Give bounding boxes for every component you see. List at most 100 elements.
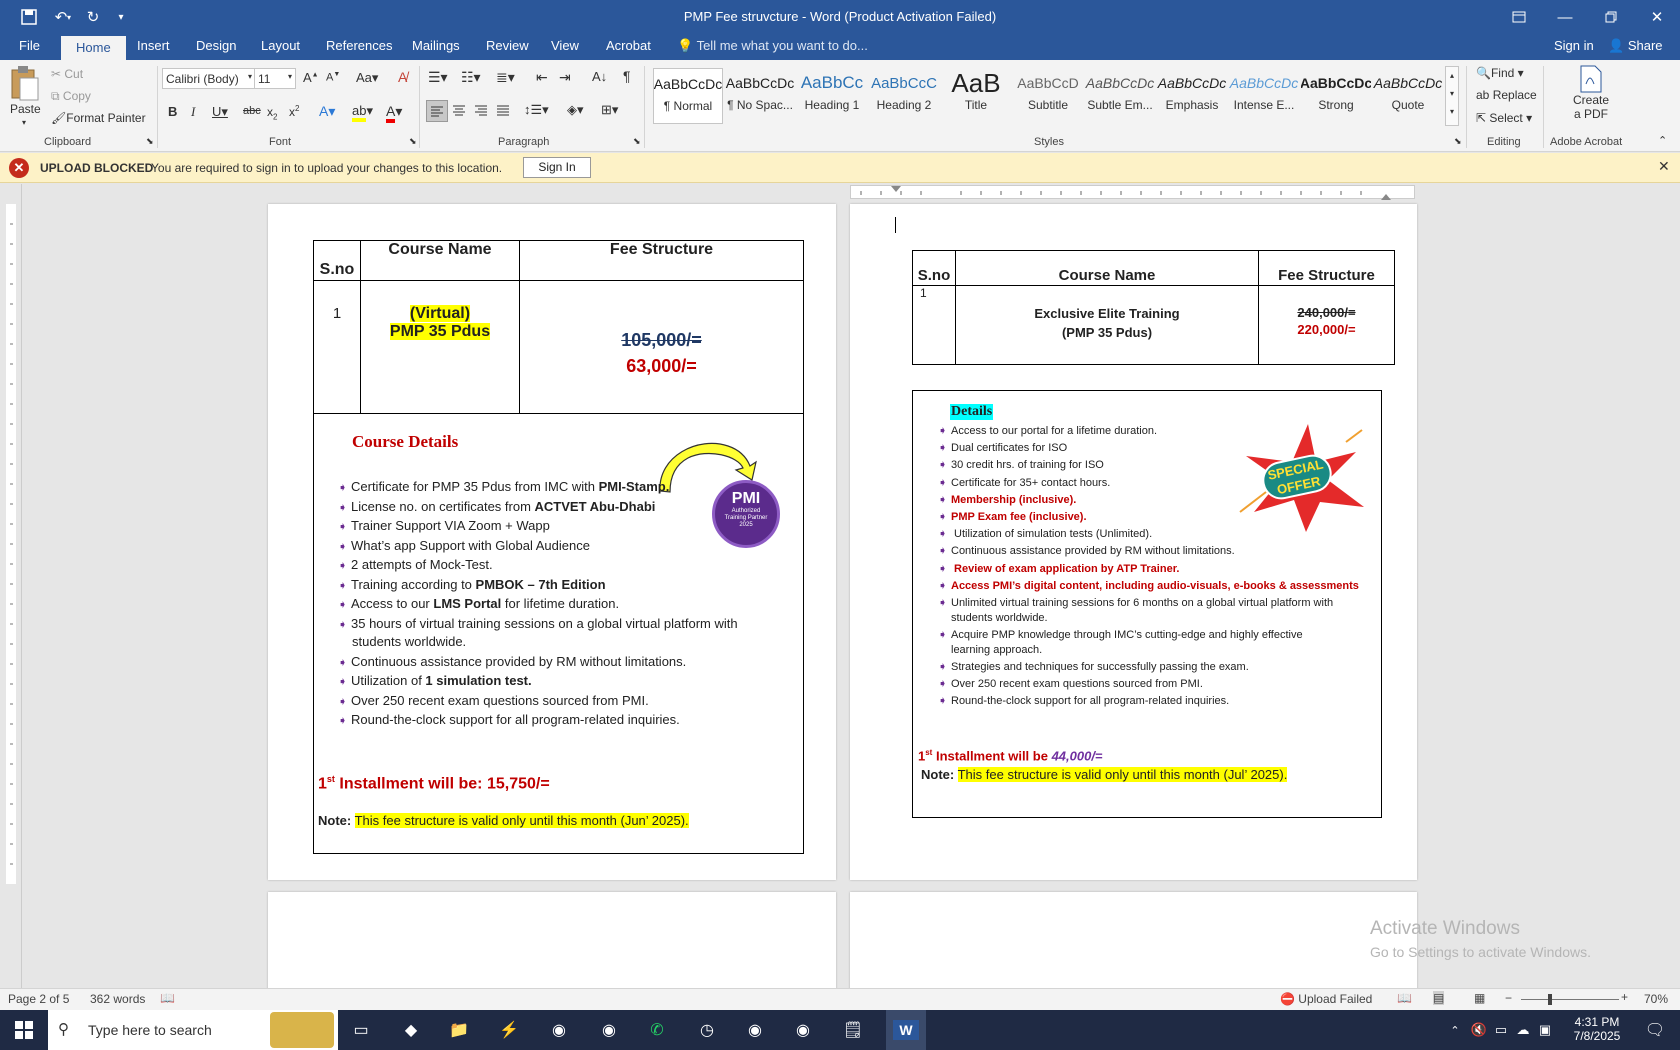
superscript-icon[interactable]: x2 bbox=[289, 104, 299, 119]
clock[interactable]: 4:31 PM 7/8/2025 bbox=[1565, 1015, 1629, 1043]
task-view-icon[interactable]: ▭ bbox=[346, 1016, 376, 1044]
paragraph-launcher-icon[interactable]: ⬊ bbox=[633, 136, 641, 147]
style-no-spacing[interactable]: AaBbCcDc ¶ No Spac... bbox=[725, 68, 795, 124]
zoom-out-icon[interactable]: − bbox=[1505, 991, 1512, 1005]
paste-dropdown-icon[interactable]: ▾ bbox=[22, 118, 26, 127]
word-taskbar-icon[interactable]: W bbox=[886, 1010, 926, 1050]
web-layout-icon[interactable]: ▦ bbox=[1474, 991, 1485, 1005]
notepad-icon[interactable]: 🗒 bbox=[838, 1016, 868, 1044]
text-effects-icon[interactable]: A▾ bbox=[319, 103, 335, 120]
line-spacing-icon[interactable]: ↕☰▾ bbox=[524, 102, 549, 118]
style-subtitle[interactable]: AaBbCcD Subtitle bbox=[1013, 68, 1083, 124]
upload-status[interactable]: ⛔ Upload Failed bbox=[1280, 992, 1372, 1006]
style-heading-1[interactable]: AaBbCc Heading 1 bbox=[797, 68, 867, 124]
format-painter-button[interactable]: 🖌Format Painter bbox=[51, 111, 146, 125]
tab-mailings[interactable]: Mailings bbox=[412, 38, 460, 53]
maximize-icon[interactable] bbox=[1588, 0, 1634, 34]
justify-icon[interactable] bbox=[493, 100, 513, 123]
style-subtle-emphasis[interactable]: AaBbCcDc Subtle Em... bbox=[1085, 68, 1155, 124]
zoom-level[interactable]: 70% bbox=[1644, 992, 1668, 1006]
page-left[interactable]: S.no Course Name Fee Structure 1 (Virtua… bbox=[268, 204, 836, 880]
grow-font-icon[interactable]: A▲ bbox=[303, 70, 319, 85]
page-right[interactable]: S.no Course Name Fee Structure 1 Exclusi… bbox=[850, 204, 1417, 880]
document-canvas[interactable]: S.no Course Name Fee Structure 1 (Virtua… bbox=[0, 184, 1680, 988]
find-button[interactable]: 🔍Find ▾ bbox=[1476, 66, 1524, 80]
multilevel-list-icon[interactable]: ≣▾ bbox=[496, 69, 515, 86]
bold-icon[interactable]: B bbox=[168, 104, 177, 119]
font-name-box[interactable]: Calibri (Body) ▾ bbox=[162, 68, 256, 89]
styles-scroll[interactable]: ▴ ▾ ▾ bbox=[1445, 66, 1459, 126]
tab-insert[interactable]: Insert bbox=[137, 38, 170, 53]
word-count[interactable]: 362 words bbox=[90, 992, 145, 1006]
cut-button[interactable]: ✂ Cut bbox=[51, 67, 83, 81]
copilot-icon[interactable]: ◆ bbox=[396, 1016, 426, 1044]
tab-review[interactable]: Review bbox=[486, 38, 529, 53]
sign-in-button[interactable]: Sign In bbox=[523, 157, 591, 178]
paste-icon[interactable] bbox=[8, 64, 42, 104]
clock-app-icon[interactable]: ◷ bbox=[692, 1016, 722, 1044]
clear-formatting-icon[interactable]: A̸ bbox=[398, 69, 407, 85]
align-center-icon[interactable] bbox=[449, 100, 469, 123]
italic-icon[interactable]: I bbox=[191, 104, 195, 120]
numbering-icon[interactable]: ☷▾ bbox=[461, 69, 481, 86]
page-next-left[interactable] bbox=[268, 892, 836, 988]
increase-indent-icon[interactable]: ⇥ bbox=[559, 69, 571, 86]
copy-button[interactable]: ⧉ Copy bbox=[51, 89, 91, 104]
paste-button[interactable]: Paste bbox=[10, 102, 41, 116]
chrome-icon[interactable]: ◉ bbox=[594, 1016, 624, 1044]
minimize-icon[interactable]: — bbox=[1542, 0, 1588, 34]
change-case-icon[interactable]: Aa▾ bbox=[356, 70, 378, 86]
close-icon[interactable]: ✕ bbox=[1634, 0, 1680, 34]
style-emphasis[interactable]: AaBbCcDc Emphasis bbox=[1157, 68, 1227, 124]
style-strong[interactable]: AaBbCcDc Strong bbox=[1301, 68, 1371, 124]
close-icon[interactable]: ✕ bbox=[1658, 158, 1670, 175]
sign-in-link[interactable]: Sign in bbox=[1554, 38, 1594, 53]
show-formatting-icon[interactable]: ¶ bbox=[623, 68, 631, 84]
print-layout-icon[interactable]: ▤ bbox=[1433, 991, 1445, 1005]
tab-view[interactable]: View bbox=[551, 38, 579, 53]
replace-button[interactable]: ab Replace bbox=[1476, 88, 1537, 102]
clipboard-launcher-icon[interactable]: ⬊ bbox=[146, 136, 154, 147]
chrome-icon[interactable]: ◉ bbox=[788, 1016, 818, 1044]
windows-start-icon[interactable] bbox=[8, 1016, 40, 1044]
read-mode-icon[interactable]: 📖 bbox=[1397, 991, 1412, 1005]
tell-me-box[interactable]: 💡 Tell me what you want to do... bbox=[677, 38, 868, 54]
tab-layout[interactable]: Layout bbox=[261, 38, 300, 53]
app-icon[interactable]: ⚡ bbox=[494, 1016, 524, 1044]
tab-file[interactable]: File bbox=[19, 38, 40, 53]
page-next-right[interactable] bbox=[850, 892, 1417, 988]
style-intense-emphasis[interactable]: AaBbCcDc Intense E... bbox=[1229, 68, 1299, 124]
style-heading-2[interactable]: AaBbCcC Heading 2 bbox=[869, 68, 939, 124]
zoom-slider[interactable] bbox=[1521, 999, 1619, 1000]
collapse-ribbon-icon[interactable]: ⌃ bbox=[1658, 134, 1667, 147]
font-color-icon[interactable]: A▾ bbox=[386, 103, 402, 123]
select-button[interactable]: ⇱ Select ▾ bbox=[1476, 111, 1532, 125]
share-button[interactable]: 👤 Share bbox=[1608, 38, 1663, 54]
style-quote[interactable]: AaBbCcDc Quote bbox=[1373, 68, 1443, 124]
shading-icon[interactable]: ◈▾ bbox=[567, 102, 584, 118]
subscript-icon[interactable]: x2 bbox=[267, 105, 277, 121]
borders-icon[interactable]: ⊞▾ bbox=[601, 102, 618, 118]
align-right-icon[interactable] bbox=[471, 100, 491, 123]
whatsapp-icon[interactable]: ✆ bbox=[642, 1016, 672, 1044]
styles-launcher-icon[interactable]: ⬊ bbox=[1454, 136, 1462, 147]
zoom-in-icon[interactable]: + bbox=[1621, 990, 1628, 1004]
chrome-icon[interactable]: ◉ bbox=[740, 1016, 770, 1044]
bullets-icon[interactable]: ☰▾ bbox=[428, 69, 448, 86]
font-launcher-icon[interactable]: ⬊ bbox=[409, 136, 417, 147]
tab-design[interactable]: Design bbox=[196, 38, 236, 53]
page-count[interactable]: Page 2 of 5 bbox=[8, 992, 69, 1006]
zoom-thumb[interactable] bbox=[1548, 994, 1552, 1005]
network-icon[interactable]: ▣ bbox=[1530, 1016, 1560, 1044]
notifications-icon[interactable]: 🗨 bbox=[1640, 1016, 1670, 1044]
tab-references[interactable]: References bbox=[326, 38, 392, 53]
strikethrough-icon[interactable]: abc bbox=[243, 105, 261, 117]
style-normal[interactable]: AaBbCcDc ¶ Normal bbox=[653, 68, 723, 124]
tab-home[interactable]: Home bbox=[61, 36, 126, 60]
search-box[interactable]: ⚲ Type here to search bbox=[48, 1010, 338, 1050]
shrink-font-icon[interactable]: A▼ bbox=[326, 71, 340, 84]
font-size-box[interactable]: 11 ▾ bbox=[254, 68, 296, 89]
proofing-icon[interactable]: 📖 bbox=[160, 991, 175, 1005]
decrease-indent-icon[interactable]: ⇤ bbox=[536, 69, 548, 86]
chrome-icon[interactable]: ◉ bbox=[544, 1016, 574, 1044]
